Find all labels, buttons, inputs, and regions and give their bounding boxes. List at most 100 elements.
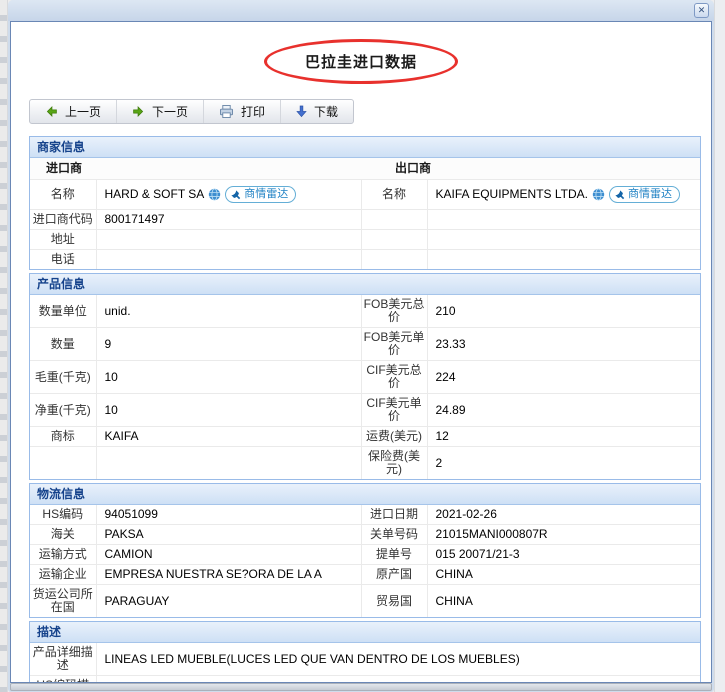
- product-table: 数量单位 unid. FOB美元总价 210 数量 9 FOB美元单价 23.3…: [30, 295, 700, 479]
- field-value: 9: [96, 327, 361, 361]
- blue-arrow-down-icon: [296, 105, 307, 118]
- field-label: 原产国: [360, 564, 428, 585]
- merchant-info-section: 商家信息 进口商 出口商 名称 HARD & SOFT SA 商情雷达 名称 K…: [29, 136, 701, 270]
- description-section-header: 描述: [30, 622, 700, 643]
- field-label: 贸易国: [360, 584, 428, 617]
- importer-name-value: HARD & SOFT SA: [104, 187, 205, 201]
- importer-address-label: 地址: [30, 229, 97, 250]
- dialog-content-panel: 巴拉圭进口数据 上一页 下一页 打印 下载 商家信息 进口商 出口商 名称 HA…: [10, 21, 712, 683]
- next-page-button[interactable]: 下一页: [116, 100, 203, 123]
- field-label: 数量: [30, 327, 97, 361]
- importer-phone-label: 电话: [30, 249, 97, 269]
- field-label: HS编码: [30, 505, 97, 525]
- table-row: 运输方式 CAMION 提单号 015 20071/21-3: [30, 544, 700, 565]
- dialog-bottom-frame: [10, 683, 712, 691]
- table-row: 货运公司所在国 PARAGUAY 贸易国 CHINA: [30, 584, 700, 617]
- exporter-empty-value: [427, 209, 700, 230]
- dialog-titlebar: ✕: [8, 0, 714, 21]
- merchant-table: 进口商 出口商 名称 HARD & SOFT SA 商情雷达 名称 KAIFA …: [30, 158, 700, 269]
- printer-icon: [219, 105, 234, 118]
- table-row: 毛重(千克) 10 CIF美元总价 224: [30, 360, 700, 394]
- importer-radar-label: 商情雷达: [244, 188, 289, 200]
- logistics-table: HS编码 94051099 进口日期 2021-02-26 海关 PAKSA 关…: [30, 505, 700, 617]
- green-arrow-right-icon: [132, 105, 145, 118]
- logistics-section-header: 物流信息: [30, 484, 700, 505]
- importer-code-label: 进口商代码: [30, 209, 97, 230]
- field-value: PARAGUAY: [96, 584, 361, 617]
- table-row: HS编码 94051099 进口日期 2021-02-26: [30, 505, 700, 525]
- field-value: 10: [96, 360, 361, 394]
- field-label: 商标: [30, 426, 97, 447]
- field-value: CHINA: [427, 584, 700, 617]
- importer-code-value: 800171497: [96, 209, 362, 230]
- import-data-dialog: ✕ 巴拉圭进口数据 上一页 下一页 打印 下载 商家信息 进口商 出口商 名称 …: [8, 0, 714, 692]
- field-value: 224: [427, 360, 700, 394]
- table-row: 数量 9 FOB美元单价 23.33: [30, 327, 700, 361]
- field-value: LINEAS LED MUEBLE(LUCES LED QUE VAN DENT…: [104, 651, 520, 666]
- field-value: unid.: [104, 303, 131, 318]
- download-button[interactable]: 下载: [280, 100, 353, 123]
- radar-icon: [614, 189, 625, 200]
- field-label: 进口日期: [360, 505, 428, 525]
- field-value: 24.89: [427, 393, 700, 427]
- field-value: KAIFA: [96, 426, 361, 447]
- importer-header: 进口商: [30, 158, 362, 180]
- table-row: 进口商代码 800171497: [30, 209, 700, 230]
- description-table: 产品详细描述 LINEAS LED MUEBLE(LUCES LED QUE V…: [30, 643, 700, 682]
- merchant-section-header: 商家信息: [30, 137, 700, 158]
- field-label: 提单号: [360, 544, 428, 565]
- field-value: 94051099: [104, 507, 158, 521]
- importer-radar-badge[interactable]: 商情雷达: [225, 186, 297, 203]
- field-value: CAMION: [96, 544, 361, 565]
- field-label: 运输企业: [30, 564, 97, 585]
- title-area: 巴拉圭进口数据: [11, 38, 711, 86]
- product-section-header: 产品信息: [30, 274, 700, 295]
- table-row: 进口商 出口商: [30, 158, 700, 180]
- green-arrow-left-icon: [45, 105, 58, 118]
- print-label: 打印: [241, 105, 266, 119]
- exporter-empty-value: [427, 229, 700, 250]
- exporter-empty-label: [360, 249, 428, 269]
- table-row: 地址: [30, 229, 700, 250]
- field-value: 10: [96, 393, 361, 427]
- print-button[interactable]: 打印: [203, 100, 280, 123]
- table-row: 海关 PAKSA 关单号码 21015MANI000807R: [30, 524, 700, 545]
- field-label: CIF美元总价: [360, 360, 428, 394]
- field-label: 净重(千克): [30, 393, 97, 427]
- field-value: 12: [427, 426, 700, 447]
- exporter-name-label: 名称: [360, 179, 428, 210]
- table-row: 净重(千克) 10 CIF美元单价 24.89: [30, 393, 700, 427]
- toolbar: 上一页 下一页 打印 下载: [29, 99, 355, 124]
- table-row: 数量单位 unid. FOB美元总价 210: [30, 295, 700, 328]
- table-row: 运输企业 EMPRESA NUESTRA SE?ORA DE LA A 原产国 …: [30, 564, 700, 585]
- field-value: CHINA: [427, 564, 700, 585]
- field-label: HS编码描述: [30, 675, 97, 682]
- exporter-radar-label: 商情雷达: [628, 188, 672, 200]
- page-title: 巴拉圭进口数据: [304, 54, 417, 71]
- logistics-info-section: 物流信息 HS编码 94051099 进口日期 2021-02-26 海关 PA…: [29, 483, 701, 618]
- radar-icon: [230, 189, 241, 200]
- importer-name-cell: HARD & SOFT SA 商情雷达: [96, 179, 362, 210]
- field-label: 关单号码: [360, 524, 428, 545]
- table-row: 商标 KAIFA 运费(美元) 12: [30, 426, 700, 447]
- table-row: 保险费(美元) 2: [30, 446, 700, 479]
- field-label: [30, 446, 97, 479]
- globe-icon[interactable]: [592, 188, 605, 201]
- table-row: HS编码描述: [30, 675, 700, 682]
- importer-name-label: 名称: [30, 179, 97, 210]
- globe-icon[interactable]: [208, 188, 221, 201]
- field-value: 015 20071/21-3: [427, 544, 700, 565]
- field-label: FOB美元总价: [360, 295, 428, 328]
- exporter-radar-badge[interactable]: 商情雷达: [609, 186, 680, 203]
- field-label: 毛重(千克): [30, 360, 97, 394]
- download-label: 下载: [314, 105, 339, 119]
- importer-address-value: [96, 229, 362, 250]
- field-label: 数量单位: [30, 295, 97, 328]
- exporter-empty-label: [360, 209, 428, 230]
- background-page-left: [0, 0, 8, 692]
- field-value: 210: [435, 303, 456, 318]
- close-icon[interactable]: ✕: [694, 3, 709, 18]
- prev-page-button[interactable]: 上一页: [30, 100, 116, 123]
- importer-phone-value: [96, 249, 362, 269]
- field-label: 保险费(美元): [360, 446, 428, 479]
